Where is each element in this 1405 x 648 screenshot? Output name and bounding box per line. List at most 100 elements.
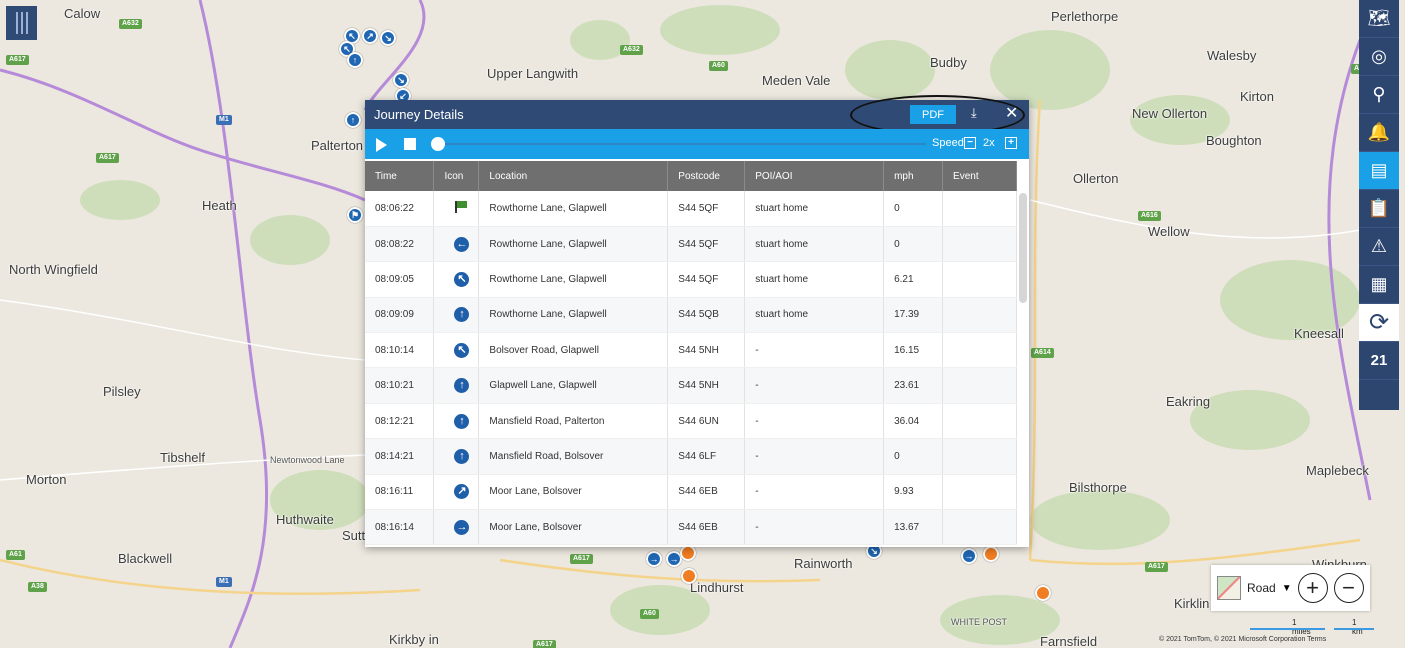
panel-title: Journey Details — [374, 107, 464, 122]
road-badge: A61 — [6, 550, 25, 560]
panel-header[interactable]: Journey Details PDF ⤓ ✕ — [365, 95, 1029, 135]
postcode-cell: S44 5QF — [667, 191, 746, 227]
map-waypoint-marker[interactable]: ⚑ — [347, 207, 363, 223]
map-copyright[interactable]: © 2021 TomTom, © 2021 Microsoft Corporat… — [1159, 636, 1326, 643]
map-type-select[interactable]: Road — [1247, 581, 1276, 595]
clipboard-icon[interactable]: 📋 — [1359, 190, 1399, 228]
map-poi-marker[interactable] — [1035, 585, 1051, 601]
table-row[interactable]: 08:14:21 ↑ Mansfield Road, Bolsover S44 6LF… — [365, 438, 1017, 475]
map-poi-marker[interactable] — [680, 545, 696, 561]
location-cell: Moor Lane, Bolsover — [478, 474, 669, 511]
speed-decrease-button[interactable]: − — [964, 137, 976, 149]
place-label: Kneesall — [1294, 326, 1344, 341]
icon-cell — [433, 191, 480, 227]
event-cell — [942, 261, 1017, 298]
map-poi-marker[interactable] — [983, 546, 999, 562]
place-label: Kirklin — [1174, 596, 1210, 611]
time-cell: 08:14:21 — [365, 438, 435, 475]
calendar-icon[interactable]: ▦ — [1359, 266, 1399, 304]
poi-cell: stuart home — [744, 297, 885, 334]
map-waypoint-marker[interactable]: ↑ — [345, 112, 361, 128]
column-header-icon[interactable]: Icon — [433, 161, 480, 191]
speed-cell: 36.04 — [883, 403, 944, 440]
event-cell — [942, 509, 1017, 546]
zoom-in-button[interactable]: + — [1297, 573, 1328, 603]
column-header-location[interactable]: Location — [478, 161, 669, 191]
table-row[interactable]: 08:09:09 ↑ Rowthorne Lane, Glapwell S44 5QB… — [365, 297, 1017, 334]
time-cell: 08:08:22 — [365, 226, 435, 263]
road-badge: A617 — [533, 640, 556, 648]
map-type-icon[interactable] — [1217, 576, 1241, 600]
table-row[interactable]: 08:12:21 ↑ Mansfield Road, Palterton S44 6U… — [365, 403, 1017, 440]
sidebar-toggle-button[interactable] — [6, 6, 37, 40]
location-cell: Moor Lane, Bolsover — [478, 509, 669, 546]
person-pin-icon[interactable]: ⚲ — [1359, 76, 1399, 114]
postcode-cell: S44 5QB — [667, 297, 746, 334]
postcode-cell: S44 6LF — [667, 438, 746, 475]
table-row[interactable]: 08:10:21 ↑ Glapwell Lane, Glapwell S44 5NH -… — [365, 367, 1017, 404]
column-header-postcode[interactable]: Postcode — [667, 161, 746, 191]
postcode-cell: S44 6EB — [667, 474, 746, 511]
warning-icon[interactable]: ⚠ — [1359, 228, 1399, 266]
arrow-right-icon: → — [454, 519, 470, 535]
map-waypoint-marker[interactable]: ↘ — [393, 72, 409, 88]
zoom-out-button[interactable]: − — [1333, 573, 1364, 603]
speed-increase-button[interactable]: + — [1005, 137, 1017, 149]
document-icon[interactable]: ▤ — [1359, 152, 1399, 190]
map-poi-marker[interactable] — [681, 568, 697, 584]
map-waypoint-marker[interactable]: → — [961, 548, 977, 564]
stop-icon[interactable] — [404, 138, 416, 150]
notification-count[interactable]: 21 — [1359, 342, 1399, 380]
map-icon[interactable]: 🗺 — [1359, 0, 1399, 38]
arrow-up-icon: ↑ — [454, 378, 470, 394]
postcode-cell: S44 6EB — [667, 509, 746, 546]
bell-icon[interactable]: 🔔 — [1359, 114, 1399, 152]
close-icon[interactable]: ✕ — [1005, 103, 1018, 123]
column-header-event[interactable]: Event — [942, 161, 1017, 191]
column-header-mph[interactable]: mph — [883, 161, 944, 191]
playback-slider-handle[interactable] — [431, 137, 445, 151]
event-cell — [942, 403, 1017, 440]
table-row[interactable]: 08:08:22 ← Rowthorne Lane, Glapwell S44 5QF… — [365, 226, 1017, 263]
map-waypoint-marker[interactable]: ↗ — [362, 28, 378, 44]
table-row[interactable]: 08:06:22 Rowthorne Lane, Glapwell S44 5QF s… — [365, 191, 1017, 227]
place-label: Wellow — [1148, 224, 1190, 239]
speed-value: 2x — [983, 137, 995, 149]
play-icon[interactable] — [376, 138, 387, 152]
chevron-down-icon[interactable]: ▼ — [1282, 583, 1292, 594]
time-cell: 08:10:14 — [365, 332, 435, 369]
playback-progress-track[interactable] — [435, 143, 926, 145]
road-badge: A617 — [6, 55, 29, 65]
poi-cell: - — [744, 367, 885, 404]
time-cell: 08:16:14 — [365, 509, 435, 546]
table-scrollbar[interactable] — [1019, 193, 1027, 303]
poi-cell: stuart home — [744, 226, 885, 263]
column-header-poi[interactable]: POI/AOI — [744, 161, 885, 191]
table-row[interactable]: 08:16:11 ↗ Moor Lane, Bolsover S44 6EB -9.93 — [365, 474, 1017, 511]
place-label: Eakring — [1166, 394, 1211, 409]
journey-table-container[interactable]: Time Icon Location Postcode POI/AOI mph … — [365, 161, 1029, 547]
column-header-time[interactable]: Time — [365, 161, 435, 191]
postcode-cell: S44 5QF — [667, 226, 746, 263]
place-label: Calow — [64, 6, 101, 21]
speed-cell: 0 — [883, 226, 944, 263]
place-label: Kirkby in — [389, 632, 439, 647]
table-row[interactable]: 08:09:05 ↖ Rowthorne Lane, Glapwell S44 5QF… — [365, 261, 1017, 298]
location-cell: Mansfield Road, Bolsover — [478, 438, 669, 475]
download-icon[interactable]: ⤓ — [971, 105, 977, 121]
place-label: Morton — [26, 472, 67, 487]
poi-cell: - — [744, 438, 885, 475]
table-row[interactable]: 08:10:14 ↖ Bolsover Road, Glapwell S44 5NH -… — [365, 332, 1017, 369]
pdf-export-button[interactable]: PDF — [910, 105, 956, 124]
target-icon[interactable]: ◎ — [1359, 38, 1399, 76]
event-cell — [942, 474, 1017, 511]
map-waypoint-marker[interactable]: ↘ — [380, 30, 396, 46]
refresh-icon[interactable]: ⟳ — [1359, 304, 1399, 342]
map-waypoint-marker[interactable]: ↑ — [347, 52, 363, 68]
speed-cell: 0 — [883, 191, 944, 227]
scale-miles-bar — [1250, 628, 1325, 630]
table-row[interactable]: 08:16:14 → Moor Lane, Bolsover S44 6EB -13.6… — [365, 509, 1017, 546]
flag-icon — [454, 200, 468, 213]
map-waypoint-marker[interactable]: → — [646, 551, 662, 567]
speed-label: Speed — [932, 137, 964, 149]
